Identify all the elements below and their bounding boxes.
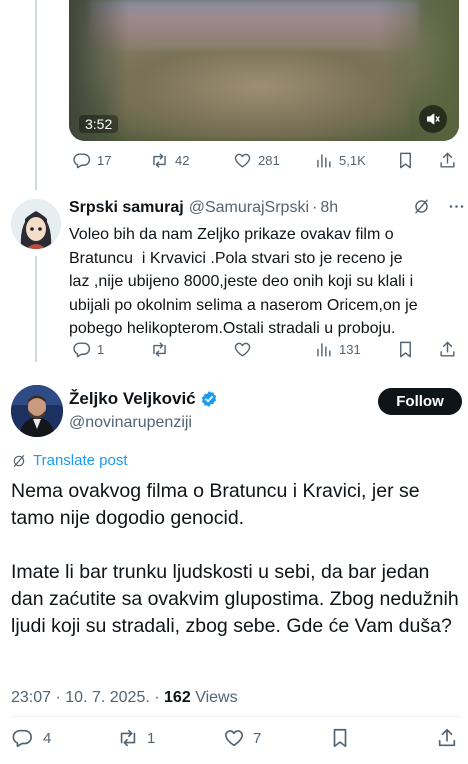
like-button[interactable]: 281 [233,151,280,170]
verified-badge-icon [201,391,216,407]
reply-time[interactable]: 8h [320,199,338,217]
share-icon [440,152,455,168]
thread-line-reply [35,256,37,362]
reply-text-line: ubijali po okolnim selima a naserom Oric… [69,296,418,314]
tweet-date[interactable]: 10. 7. 2025. [65,689,150,706]
main-paragraph-1: Nema ovakvog filma o Bratuncu i Kravici,… [11,480,420,529]
share-button[interactable] [438,340,457,359]
separator-dot: · [312,199,318,216]
translate-icon [13,454,25,467]
video-frame-crowd [89,0,419,48]
main-paragraph-2: Imate li bar trunku ljudskosti u sebi, d… [11,561,459,637]
views-label: Views [195,689,238,706]
main-handle[interactable]: @novinarupenziji [69,414,192,432]
reply-icon [73,342,91,358]
follow-button[interactable]: Follow [378,388,462,415]
avatar[interactable] [11,199,61,249]
like-icon [234,342,251,357]
divider [11,716,461,717]
reply-count: 4 [43,729,52,747]
reply-button[interactable]: 17 [72,151,111,170]
views-button[interactable]: 5,1K [314,151,366,170]
views-count: 5,1K [339,153,366,168]
reply-button[interactable]: 1 [72,340,104,359]
reply-handle[interactable]: @SamurajSrpski [189,199,309,217]
reply-count: 1 [97,342,105,357]
bookmark-icon [400,341,411,358]
mute-icon [427,113,440,125]
repost-count: 42 [175,153,190,168]
separator-dot: · [55,689,61,706]
avatar-image [11,199,61,249]
bookmark-button[interactable] [396,340,415,359]
reply-top-icons [412,197,466,216]
bookmark-icon [333,728,347,748]
main-tweet-text: Nema ovakvog filma o Bratuncu i Kravici,… [11,478,461,640]
bookmark-button[interactable] [396,151,415,170]
more-icon[interactable] [447,197,466,216]
repost-count: 1 [147,729,156,747]
reply-button[interactable]: 4 [11,727,51,749]
like-button[interactable]: 7 [223,727,261,749]
repost-button[interactable] [150,340,169,359]
share-icon [440,341,455,357]
views-icon [317,154,331,168]
repost-button[interactable]: 1 [117,727,155,749]
like-button[interactable] [233,340,252,359]
repost-button[interactable]: 42 [150,151,189,170]
reply-text-line: Voleo bih da nam Zeljko prikaze ovakav f… [69,226,394,243]
views-icon [317,343,331,357]
views-button[interactable]: 131 [314,340,361,359]
repost-icon [153,342,166,357]
like-icon [234,153,251,168]
repost-icon [120,729,136,747]
reply-display-name[interactable]: Srpski samuraj [69,199,184,217]
reply-icon [73,153,91,169]
reply-icon [12,729,32,748]
repost-icon [153,153,166,168]
thread-line-top [35,0,37,190]
like-count: 281 [258,153,280,168]
like-count: 7 [253,729,262,747]
main-name-row: Željko Veljković [69,389,218,409]
share-icon [438,728,456,747]
views-count: 131 [339,342,361,357]
translate-post-link[interactable]: Translate post [11,452,128,469]
avatar[interactable] [11,385,63,437]
mute-button[interactable] [419,105,447,133]
separator-dot: · [154,689,160,706]
avatar-image [11,385,63,437]
translate-label[interactable]: Translate post [33,452,128,469]
video-frame-ground [109,50,409,141]
bookmark-button[interactable] [329,727,351,749]
reply-text-line: Bratuncu i Krvavici .Pola stvari sto je … [69,249,403,267]
share-button[interactable] [438,151,457,170]
reply-text: Voleo bih da nam Zeljko prikaze ovakav f… [69,223,461,341]
reply-text-line: pobego helikopterom.Ostali stradali u pr… [69,320,396,337]
tweet-meta: 23:07 · 10. 7. 2025. · 162 Views [11,689,238,707]
grok-icon[interactable] [412,197,431,216]
share-button[interactable] [436,727,458,749]
video-duration: 3:52 [79,115,119,133]
bookmark-icon [400,152,411,169]
like-icon [224,730,244,747]
tweet-time[interactable]: 23:07 [11,689,51,706]
video-player[interactable]: 3:52 [69,0,459,141]
reply-header: Srpski samuraj @SamurajSrpski · 8h [69,199,338,217]
main-display-name[interactable]: Željko Veljković [69,389,196,409]
reply-count: 17 [97,153,112,168]
reply-text-line: laz ,nije ubijeno 8000,jeste deo onih ko… [69,273,414,290]
views-total: 162 [164,689,191,706]
